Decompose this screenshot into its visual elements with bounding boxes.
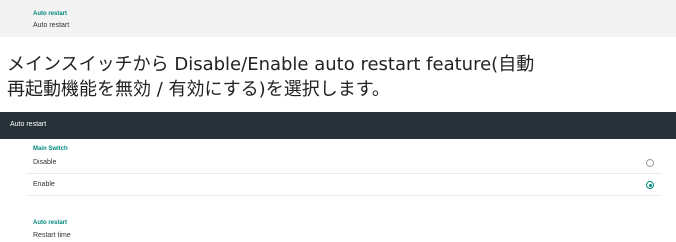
- restart-time-item[interactable]: Restart time: [33, 232, 71, 239]
- description-text: メインスイッチから Disable/Enable auto restart fe…: [7, 52, 673, 102]
- option-disable-label: Disable: [33, 159, 57, 166]
- auto-restart-dialog: Auto restart Main Switch Disable Enable …: [0, 112, 676, 242]
- option-divider: [26, 195, 662, 196]
- main-switch-label: Main Switch: [33, 146, 68, 152]
- description-line-2: 再起動機能を無効 / 有効にする)を選択します。: [7, 79, 390, 100]
- auto-restart-item[interactable]: Auto restart: [33, 22, 69, 29]
- disable-radio[interactable]: [646, 159, 654, 167]
- auto-restart-section-label: Auto restart: [33, 220, 68, 226]
- option-divider: [26, 173, 662, 174]
- top-section-label: Auto restart: [33, 11, 68, 17]
- option-disable[interactable]: Disable: [26, 153, 662, 173]
- option-enable-label: Enable: [33, 181, 55, 188]
- enable-radio[interactable]: [646, 181, 654, 189]
- option-enable[interactable]: Enable: [26, 175, 662, 195]
- dialog-titlebar: Auto restart: [0, 112, 676, 139]
- dialog-title: Auto restart: [10, 121, 47, 128]
- top-settings-panel: Auto restart Auto restart: [0, 0, 676, 37]
- description-line-1: メインスイッチから Disable/Enable auto restart fe…: [7, 54, 535, 75]
